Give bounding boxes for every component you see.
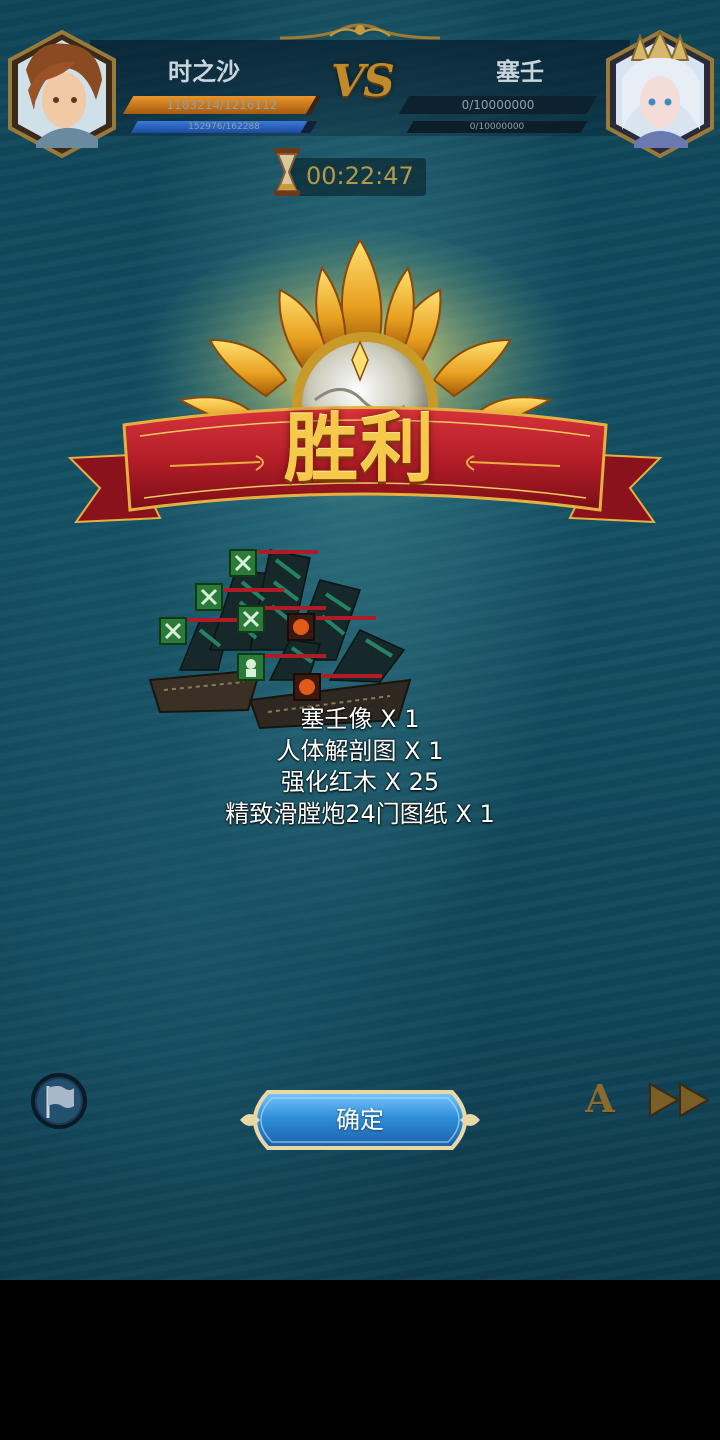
enemy-avatar[interactable] — [604, 30, 716, 158]
confirm-button[interactable] — [238, 1086, 482, 1154]
bottom-black-area — [0, 1280, 720, 1440]
vs-label: VS — [331, 56, 395, 107]
enemy-sub-text: 0/10000000 — [469, 122, 525, 132]
auto-battle-button[interactable]: A — [580, 1076, 620, 1121]
enemy-name: 塞壬 — [496, 58, 544, 86]
header-ornament — [280, 23, 440, 40]
battle-scene: 时之沙 VS 塞壬 1183214/1216112 152976/162288 … — [0, 0, 720, 1280]
surrender-flag-icon[interactable] — [30, 1072, 88, 1130]
fast-forward-icon[interactable] — [648, 1080, 712, 1120]
player-name: 时之沙 — [168, 58, 240, 86]
battle-timer: 00:22:47 — [306, 162, 414, 190]
player-avatar[interactable] — [6, 30, 118, 158]
victory-title: 胜利 — [284, 406, 436, 492]
enemy-hp-text: 0/10000000 — [461, 98, 535, 112]
reward-item: 人体解剖图 X 1 — [276, 736, 444, 765]
reward-item: 塞壬像 X 1 — [300, 705, 420, 733]
reward-item: 精致滑膛炮24门图纸 X 1 — [225, 799, 495, 828]
player-sub-text: 152976/162288 — [188, 122, 260, 132]
hourglass-icon — [274, 148, 300, 196]
player-hp-text: 1183214/1216112 — [166, 98, 278, 112]
reward-item: 强化红木 X 25 — [280, 768, 440, 796]
reward-list: 塞壬像 X 1 人体解剖图 X 1 强化红木 X 25 精致滑膛炮24门图纸 X… — [160, 704, 560, 830]
